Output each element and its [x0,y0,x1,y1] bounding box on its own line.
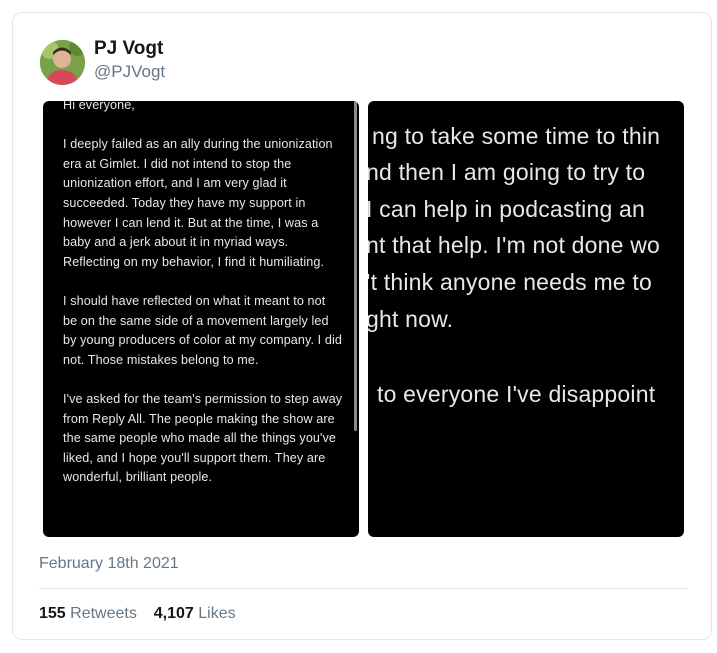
tweet-image-note[interactable]: Hi everyone, I deeply failed as an ally … [43,101,359,537]
zoomed-line: 't think anyone needs me to [368,269,652,295]
divider [39,588,687,589]
tweet-date[interactable]: February 18th 2021 [39,555,179,573]
zoomed-line: to everyone I've disappoint [377,381,656,407]
author-handle[interactable]: @PJVogt [94,62,165,82]
author-name[interactable]: PJ Vogt [94,38,163,60]
zoomed-line: ng to take some time to thin [372,123,661,149]
zoomed-text: ng to take some time to thin nd then I a… [368,101,684,537]
zoomed-line: nd then I am going to try to [368,159,646,185]
note-paragraph: I've asked for the team's permission to … [63,391,343,485]
tweet-image-zoomed[interactable]: ng to take some time to thin nd then I a… [368,101,684,537]
note-paragraph: Hi everyone, [63,101,135,112]
likes-label[interactable]: Likes [198,605,235,622]
avatar[interactable] [40,40,85,85]
zoomed-line: I can help in podcasting an [368,196,646,222]
retweets-count[interactable]: 155 [39,605,66,622]
avatar-image [40,40,85,85]
zoomed-line: ght now. [368,306,454,332]
likes-count[interactable]: 4,107 [154,605,194,622]
note-paragraph: I deeply failed as an ally during the un… [63,137,333,269]
note-text: Hi everyone, I deeply failed as an ally … [63,101,343,507]
tweet-stats: 155 Retweets 4,107 Likes [39,605,236,623]
retweets-label[interactable]: Retweets [70,605,137,622]
note-scrollbar [354,101,357,431]
note-paragraph: I should have reflected on what it meant… [63,293,342,367]
tweet-card: PJ Vogt @PJVogt Hi everyone, I deeply fa… [12,12,712,640]
zoomed-line: nt that help. I'm not done wo [368,232,661,258]
